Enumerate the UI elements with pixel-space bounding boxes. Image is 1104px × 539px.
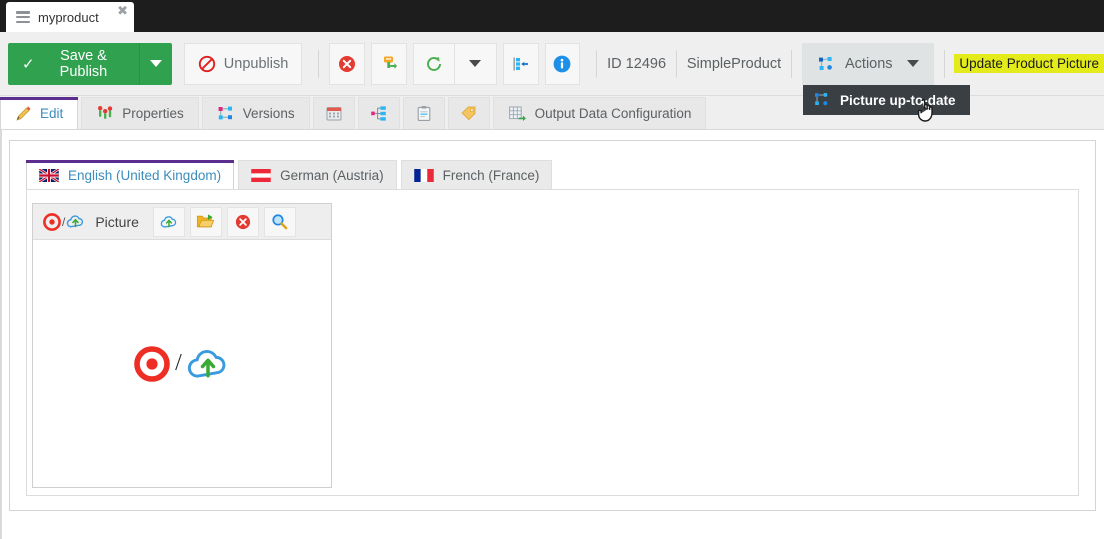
- mouse-cursor-icon: [917, 99, 933, 122]
- toolbar-separator: [318, 49, 320, 78]
- tab-properties[interactable]: Properties: [81, 97, 199, 129]
- actions-label: Actions: [845, 55, 893, 72]
- tab-notes-events[interactable]: [402, 97, 445, 129]
- tab-edit[interactable]: Edit: [0, 97, 79, 129]
- check-icon: ✓: [22, 54, 35, 73]
- toolbar-separator: [676, 49, 677, 78]
- cloud-upload-button[interactable]: [152, 206, 185, 237]
- delete-icon: [339, 55, 356, 72]
- document-tab-label: myproduct: [38, 9, 99, 25]
- target-icon: [43, 212, 61, 231]
- actions-button[interactable]: Actions: [802, 42, 934, 85]
- remove-picture-button[interactable]: [226, 206, 259, 237]
- toolbar-separator: [791, 49, 792, 78]
- window-top-bar: [0, 0, 1104, 32]
- target-icon: [134, 345, 170, 382]
- grid-export-icon: [508, 105, 527, 122]
- calendar-icon: [325, 105, 343, 122]
- permissions-button[interactable]: [370, 42, 407, 85]
- info-button[interactable]: [544, 42, 581, 85]
- reload-icon: [426, 56, 441, 71]
- reload-button-group: [412, 42, 497, 85]
- product-id-label: ID 12496: [607, 55, 667, 72]
- toolbar-separator: [943, 49, 945, 78]
- save-publish-dropdown-button[interactable]: [139, 42, 172, 85]
- pencil-icon: [15, 105, 32, 122]
- versions-nodes-icon: [815, 92, 828, 106]
- unpublish-icon: [198, 55, 215, 72]
- versions-nodes-icon: [819, 56, 832, 70]
- update-product-picture-highlight: Update Product Picture: [954, 54, 1104, 73]
- open-folder-button[interactable]: [189, 206, 222, 237]
- chevron-down-icon: [150, 60, 163, 67]
- properties-icon: [96, 105, 114, 122]
- cloud-upload-icon: [67, 215, 84, 228]
- reload-button[interactable]: [412, 42, 455, 85]
- reload-dropdown-button[interactable]: [454, 42, 497, 85]
- cloud-upload-icon: [160, 215, 177, 228]
- tab-output-data-configuration-label: Output Data Configuration: [534, 106, 692, 121]
- product-type-label: SimpleProduct: [686, 55, 782, 72]
- close-icon[interactable]: ✖: [117, 5, 128, 18]
- language-tab-bar: English (United Kingdom) German (Austria…: [26, 160, 556, 189]
- magnifier-icon: [272, 214, 288, 230]
- unpublish-label: Unpublish: [223, 55, 289, 72]
- language-panel-body: / Picture /: [26, 189, 1079, 496]
- tab-properties-label: Properties: [122, 106, 184, 121]
- language-tab-french[interactable]: French (France): [400, 160, 553, 189]
- toolbar-separator: [596, 49, 598, 78]
- info-icon: [554, 55, 571, 72]
- tab-versions[interactable]: Versions: [201, 97, 310, 129]
- tab-output-data-configuration[interactable]: Output Data Configuration: [492, 97, 707, 129]
- document-tab[interactable]: myproduct ✖: [6, 2, 134, 32]
- placeholder-separator: /: [175, 350, 182, 376]
- tab-edit-label: Edit: [40, 106, 64, 121]
- hierarchy-icon: [370, 105, 388, 122]
- chevron-down-icon: [906, 60, 919, 67]
- save-publish-button[interactable]: ✓ Save & Publish: [8, 42, 140, 85]
- tag-icon: [460, 105, 478, 122]
- tab-tags[interactable]: [447, 97, 490, 129]
- tab-dependencies[interactable]: [357, 97, 400, 129]
- tab-versions-label: Versions: [242, 106, 295, 121]
- austria-flag: [251, 168, 271, 182]
- clipboard-icon: [415, 105, 433, 122]
- picture-widget-title: Picture: [95, 213, 139, 230]
- save-publish-label: Save & Publish: [59, 47, 108, 80]
- tab-schedule[interactable]: [312, 97, 355, 129]
- menu-icon: [16, 11, 30, 23]
- content-panel: English (United Kingdom) German (Austria…: [9, 140, 1096, 511]
- unpublish-button[interactable]: Unpublish: [183, 42, 303, 85]
- chevron-down-icon: [469, 60, 482, 67]
- uk-flag: [39, 168, 59, 182]
- picture-status-icons: /: [43, 212, 85, 231]
- language-tab-german-label: German (Austria): [280, 167, 384, 183]
- versions-nodes-icon: [217, 105, 235, 122]
- delete-button[interactable]: [329, 42, 365, 85]
- picture-widget-header: / Picture: [33, 204, 331, 240]
- preview-picture-button[interactable]: [263, 206, 296, 237]
- language-tab-english[interactable]: English (United Kingdom): [26, 160, 235, 189]
- permissions-key-icon: [383, 56, 397, 69]
- picture-placeholder: /: [134, 345, 230, 383]
- move-icon: [513, 57, 528, 70]
- language-tab-german[interactable]: German (Austria): [238, 160, 397, 189]
- window-left-edge: [0, 130, 2, 539]
- france-flag: [413, 168, 434, 182]
- language-tab-french-label: French (France): [442, 167, 540, 183]
- move-button[interactable]: [502, 42, 539, 85]
- picture-widget-body[interactable]: /: [33, 240, 331, 487]
- cloud-upload-icon: [187, 349, 226, 378]
- language-tab-english-label: English (United Kingdom): [68, 167, 222, 183]
- actions-dropdown-menu: Picture up-to-date: [803, 85, 970, 115]
- folder-open-icon: [197, 214, 215, 228]
- delete-icon: [235, 214, 251, 229]
- picture-widget: / Picture /: [32, 203, 332, 488]
